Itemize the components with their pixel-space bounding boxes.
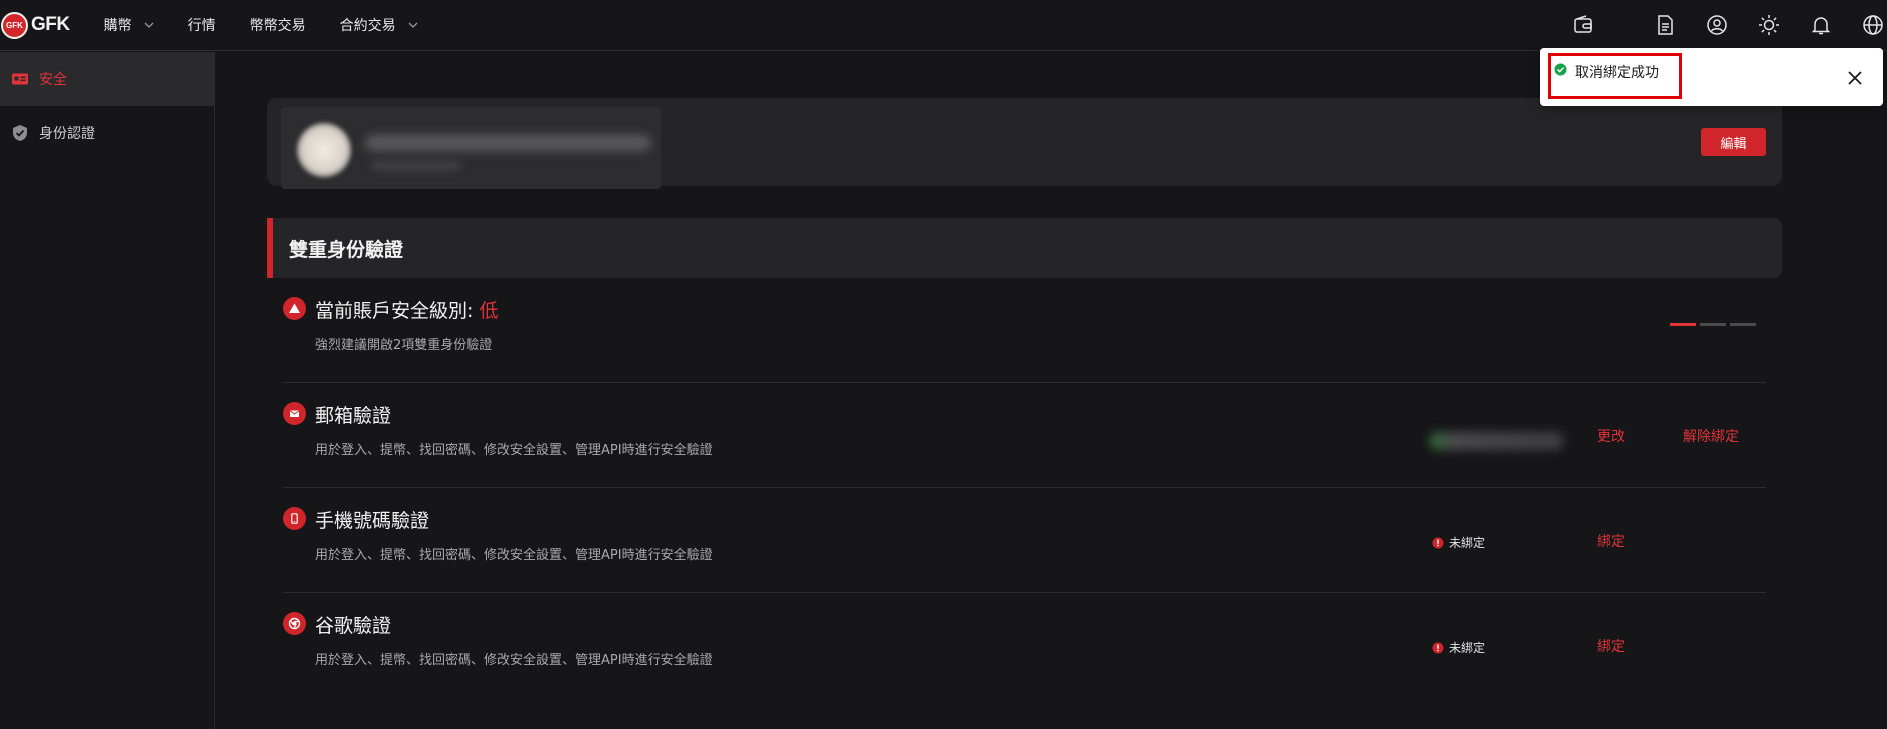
nav-item-label: 合約交易 — [339, 18, 396, 34]
change-email-link[interactable]: 更改 — [1597, 426, 1625, 446]
method-title: 谷歌驗證 — [315, 615, 392, 637]
orders-icon[interactable] — [1654, 14, 1676, 36]
sidebar-item-label: 安全 — [39, 72, 67, 88]
globe-icon[interactable] — [1862, 14, 1884, 36]
status-text: 未綁定 — [1449, 641, 1486, 655]
top-navbar: GFK GFK 購幣 行情 幣幣交易 合約交易 — [0, 0, 1887, 51]
logo-badge: GFK — [1, 11, 28, 39]
security-level-title: 當前賬戶安全級別: 低 — [315, 296, 498, 323]
id-card-icon — [12, 73, 28, 85]
phone-icon — [283, 507, 306, 530]
unbind-email-link[interactable]: 解除綁定 — [1683, 426, 1739, 446]
sidebar: 安全 身份認證 — [0, 52, 215, 729]
top-icon-bar — [1572, 0, 1887, 51]
alert-circle-icon — [1432, 537, 1444, 548]
nav-item-market[interactable]: 行情 — [188, 15, 216, 35]
bind-phone-link[interactable]: 綁定 — [1597, 531, 1625, 551]
chevron-down-icon — [144, 22, 154, 28]
shield-check-icon — [13, 125, 27, 141]
profile-card: 編輯 — [267, 98, 1782, 189]
chevron-down-icon — [408, 22, 418, 28]
avatar — [297, 123, 351, 177]
email-verification-row: 郵箱驗證 用於登入、提幣、找回密碼、修改安全設置、管理API時進行安全驗證 更改… — [283, 383, 1766, 488]
nav-item-buy-crypto[interactable]: 購幣 — [104, 15, 154, 35]
nav-item-spot-trading[interactable]: 幣幣交易 — [250, 15, 306, 35]
security-level-meter — [1666, 323, 1756, 326]
wallet-icon[interactable] — [1572, 14, 1594, 36]
nav-item-futures-trading[interactable]: 合約交易 — [340, 15, 418, 35]
level-bar — [1730, 323, 1756, 326]
section-title: 雙重身份驗證 — [267, 218, 1782, 278]
user-icon[interactable] — [1706, 14, 1728, 36]
email-redacted — [365, 135, 651, 151]
bound-email-redacted — [1429, 432, 1564, 450]
security-level-label: 當前賬戶安全級別: — [315, 300, 474, 322]
security-level-value: 低 — [479, 300, 499, 322]
method-title: 手機號碼驗證 — [315, 510, 430, 532]
bell-icon[interactable] — [1810, 14, 1832, 36]
bind-google-link[interactable]: 綁定 — [1597, 636, 1625, 656]
status-text: 未綁定 — [1449, 536, 1486, 550]
success-check-icon — [1554, 63, 1567, 76]
warning-triangle-icon — [283, 297, 306, 320]
chrome-icon — [283, 612, 306, 635]
security-level-desc: 強烈建議開啟2項雙重身份驗證 — [315, 338, 493, 353]
security-level-row: 當前賬戶安全級別: 低 強烈建議開啟2項雙重身份驗證 — [283, 278, 1766, 383]
nav-item-label: 幣幣交易 — [249, 18, 306, 34]
sidebar-item-security[interactable]: 安全 — [0, 52, 214, 106]
method-desc: 用於登入、提幣、找回密碼、修改安全設置、管理API時進行安全驗證 — [315, 548, 713, 563]
nav-item-label: 行情 — [187, 18, 216, 34]
method-desc: 用於登入、提幣、找回密碼、修改安全設置、管理API時進行安全驗證 — [315, 443, 713, 458]
status-badge: 未綁定 — [1432, 639, 1485, 656]
main-nav: 購幣 行情 幣幣交易 合約交易 — [104, 15, 452, 35]
success-toast: 取消綁定成功 — [1540, 48, 1883, 106]
method-title: 郵箱驗證 — [315, 405, 392, 427]
logo[interactable]: GFK GFK — [1, 11, 70, 39]
mail-icon — [283, 402, 306, 425]
profile-info-redacted — [281, 107, 661, 189]
sidebar-item-label: 身份認證 — [39, 126, 95, 142]
logo-text: GFK — [31, 14, 70, 35]
nav-item-label: 購幣 — [103, 18, 132, 34]
sidebar-item-identity[interactable]: 身份認證 — [0, 106, 214, 160]
alert-circle-icon — [1432, 642, 1444, 653]
toast-message: 取消綁定成功 — [1575, 65, 1659, 81]
theme-sun-icon[interactable] — [1758, 14, 1780, 36]
level-bar — [1700, 323, 1726, 326]
method-desc: 用於登入、提幣、找回密碼、修改安全設置、管理API時進行安全驗證 — [315, 653, 713, 668]
close-icon[interactable] — [1847, 70, 1863, 86]
status-badge: 未綁定 — [1432, 534, 1485, 551]
edit-profile-button[interactable]: 編輯 — [1701, 128, 1766, 156]
level-bar — [1670, 323, 1696, 326]
google-verification-row: 谷歌驗證 用於登入、提幣、找回密碼、修改安全設置、管理API時進行安全驗證 未綁… — [283, 593, 1766, 698]
phone-verification-row: 手機號碼驗證 用於登入、提幣、找回密碼、修改安全設置、管理API時進行安全驗證 … — [283, 488, 1766, 593]
uid-redacted — [371, 161, 461, 171]
